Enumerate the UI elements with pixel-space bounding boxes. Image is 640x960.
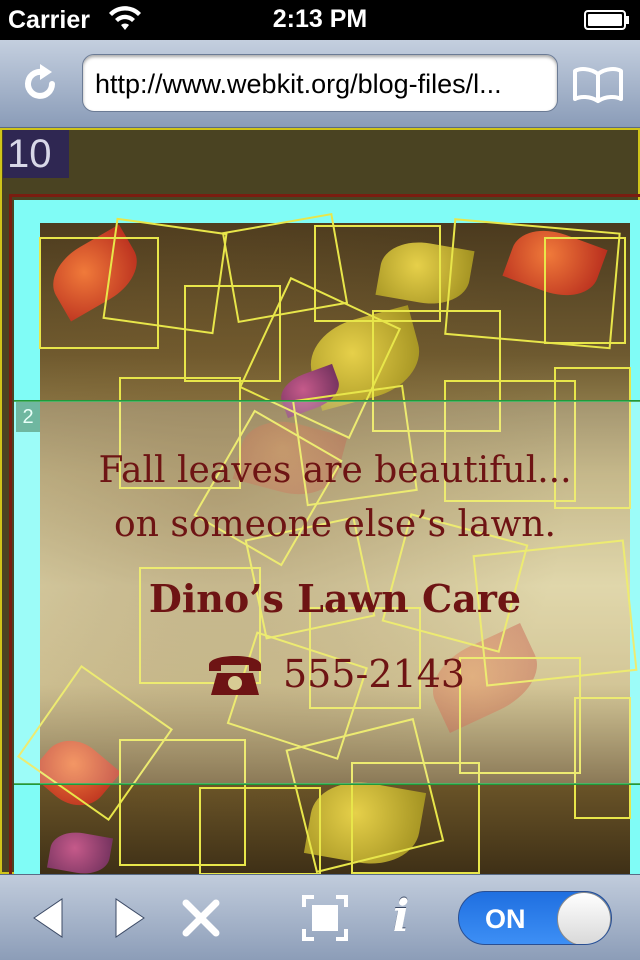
bottom-toolbar: i ON xyxy=(0,874,640,960)
info-icon[interactable]: i xyxy=(386,891,416,943)
on-off-toggle[interactable]: ON xyxy=(458,891,612,945)
url-field[interactable]: http://www.webkit.org/blog-files/l... xyxy=(82,54,558,112)
ad-tagline-line1: Fall leaves are beautiful... xyxy=(98,450,572,491)
fullscreen-icon[interactable] xyxy=(302,895,348,941)
status-time: 2:13 PM xyxy=(272,5,368,33)
layer-tile-borders xyxy=(14,212,640,874)
phone-row: 555-2143 xyxy=(40,646,630,702)
reload-icon[interactable] xyxy=(18,62,62,106)
toggle-label: ON xyxy=(485,904,526,934)
forward-icon[interactable] xyxy=(104,895,150,941)
stop-icon[interactable] xyxy=(178,895,224,941)
web-content[interactable]: 10 2 Fall leaves are beautiful... on som… xyxy=(0,128,640,874)
back-icon[interactable] xyxy=(28,895,74,941)
battery-icon xyxy=(584,10,629,30)
bookmarks-icon[interactable] xyxy=(572,66,624,104)
toggle-knob[interactable] xyxy=(557,892,611,944)
phone-number: 555-2143 xyxy=(282,652,466,696)
business-name: Dino’s Lawn Care xyxy=(148,576,522,621)
phone-icon xyxy=(208,656,261,695)
ad-tagline-line2: on someone else’s lawn. xyxy=(114,504,556,545)
address-bar: http://www.webkit.org/blog-files/l... xyxy=(0,40,640,128)
layer-index-badge: 2 xyxy=(16,402,40,432)
status-bar: Carrier 2:13 PM xyxy=(0,0,640,40)
